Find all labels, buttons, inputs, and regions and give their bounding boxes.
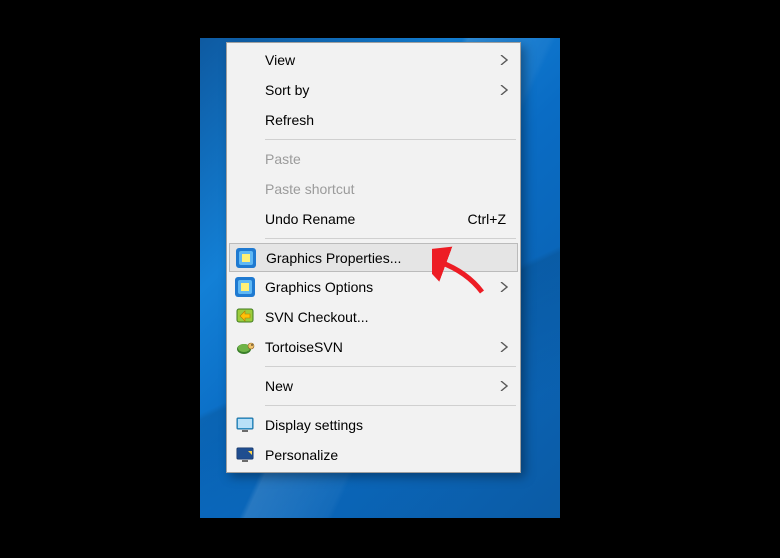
menu-label: Paste shortcut (265, 181, 512, 197)
chevron-right-icon (496, 52, 512, 68)
menu-label: Paste (265, 151, 512, 167)
menu-label: Personalize (265, 447, 512, 463)
icon-spacer (235, 78, 265, 102)
svn-checkout-icon (235, 305, 265, 329)
menu-label: SVN Checkout... (265, 309, 512, 325)
icon-spacer (235, 147, 265, 171)
menu-item-svn-checkout[interactable]: SVN Checkout... (229, 302, 518, 332)
menu-label: Graphics Options (265, 279, 496, 295)
menu-label: Refresh (265, 112, 512, 128)
chevron-right-icon (496, 279, 512, 295)
menu-item-graphics-options[interactable]: Graphics Options (229, 272, 518, 302)
tortoise-icon (235, 335, 265, 359)
chevron-right-icon (496, 339, 512, 355)
menu-shortcut: Ctrl+Z (468, 211, 513, 227)
menu-item-refresh[interactable]: Refresh (229, 105, 518, 135)
menu-item-paste: Paste (229, 144, 518, 174)
display-icon (235, 413, 265, 437)
menu-item-undo-rename[interactable]: Undo Rename Ctrl+Z (229, 204, 518, 234)
menu-item-graphics-properties[interactable]: Graphics Properties... (229, 243, 518, 272)
menu-item-personalize[interactable]: Personalize (229, 440, 518, 470)
menu-label: Sort by (265, 82, 496, 98)
menu-label: View (265, 52, 496, 68)
menu-separator (265, 405, 516, 406)
chevron-right-icon (496, 82, 512, 98)
menu-separator (265, 238, 516, 239)
menu-label: TortoiseSVN (265, 339, 496, 355)
menu-label: Graphics Properties... (266, 250, 511, 266)
menu-item-tortoisesvn[interactable]: TortoiseSVN (229, 332, 518, 362)
menu-item-new[interactable]: New (229, 371, 518, 401)
desktop-context-menu: View Sort by Refresh Paste Paste shortcu… (226, 42, 521, 473)
intel-graphics-icon (236, 246, 266, 270)
menu-label: New (265, 378, 496, 394)
icon-spacer (235, 177, 265, 201)
menu-label: Undo Rename (265, 211, 468, 227)
menu-separator (265, 139, 516, 140)
menu-item-view[interactable]: View (229, 45, 518, 75)
icon-spacer (235, 48, 265, 72)
menu-item-sort-by[interactable]: Sort by (229, 75, 518, 105)
icon-spacer (235, 108, 265, 132)
menu-item-display-settings[interactable]: Display settings (229, 410, 518, 440)
icon-spacer (235, 374, 265, 398)
menu-label: Display settings (265, 417, 512, 433)
icon-spacer (235, 207, 265, 231)
personalize-icon (235, 443, 265, 467)
chevron-right-icon (496, 378, 512, 394)
menu-item-paste-shortcut: Paste shortcut (229, 174, 518, 204)
intel-graphics-icon (235, 275, 265, 299)
menu-separator (265, 366, 516, 367)
